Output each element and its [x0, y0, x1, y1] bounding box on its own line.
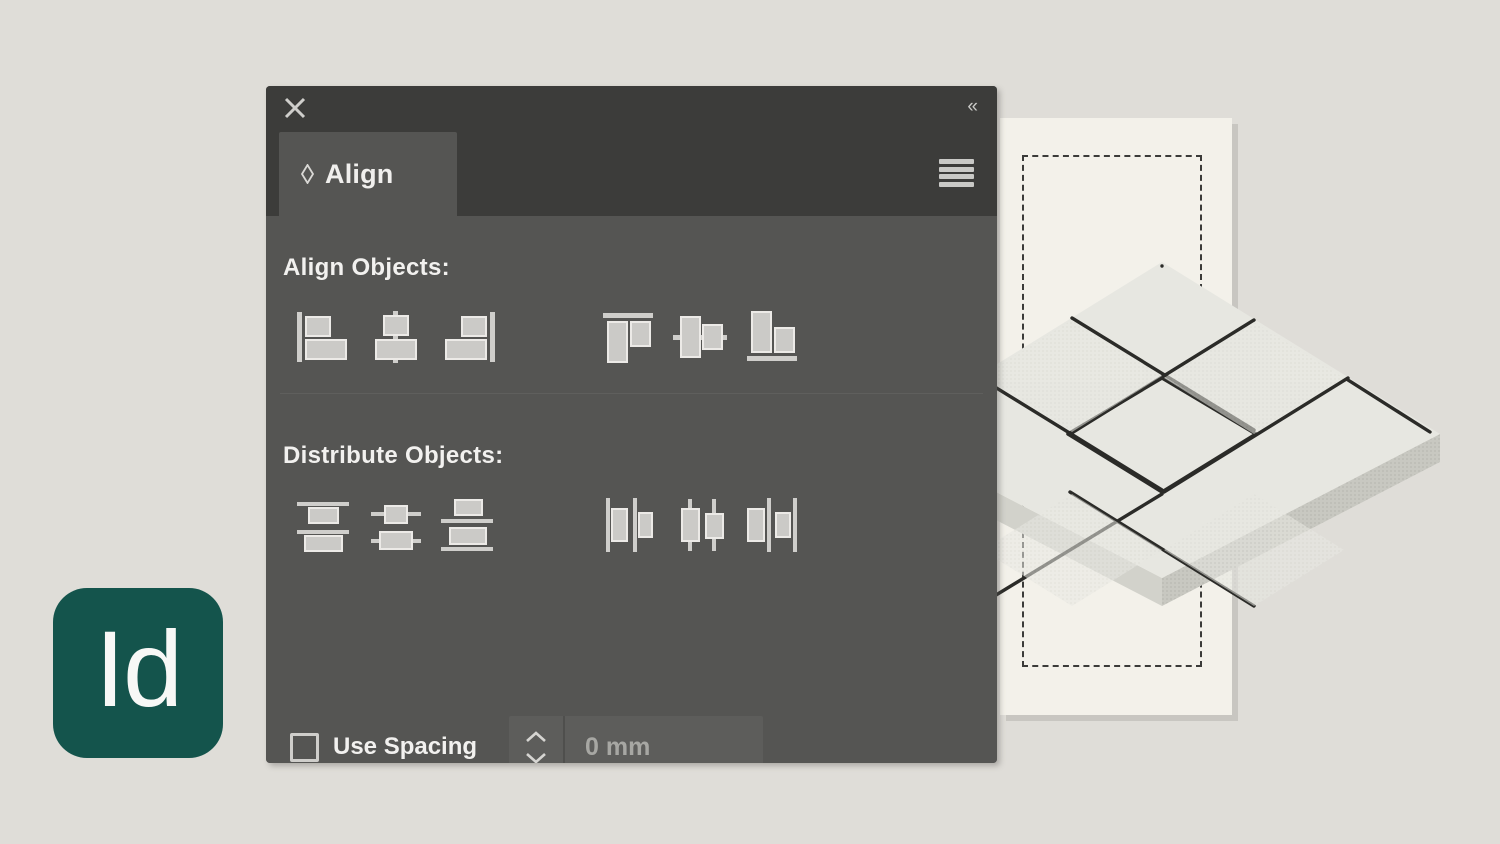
indesign-app-logo: Id: [53, 588, 223, 758]
distribute-bottom-edges-button[interactable]: [432, 494, 504, 556]
spacing-stepper-arrows[interactable]: [509, 716, 566, 764]
distribute-horizontal-group: [592, 494, 808, 556]
diamond-handle-icon: [301, 164, 314, 184]
distribute-right-icon: [747, 498, 797, 552]
chevron-up-icon[interactable]: [525, 730, 547, 743]
distribute-top-icon: [297, 502, 349, 552]
align-right-edges-button[interactable]: [432, 306, 504, 368]
use-spacing-checkbox[interactable]: [290, 732, 319, 762]
distribute-objects-button-row: [266, 494, 997, 556]
align-bottom-edges-button[interactable]: [736, 306, 808, 368]
distribute-left-icon: [606, 498, 653, 552]
use-spacing-label: Use Spacing: [333, 733, 478, 760]
panel-tab-bar: Align: [266, 132, 997, 216]
align-left-icon: [297, 312, 347, 362]
align-right-icon: [445, 312, 495, 362]
align-top-icon: [603, 313, 653, 363]
indesign-logo-text: Id: [94, 608, 183, 729]
align-panel-window: « Align Align Objects: Distribute Object…: [266, 86, 997, 763]
spacing-stepper: 0 mm: [509, 716, 764, 764]
align-horizontal-centers-button[interactable]: [360, 306, 432, 368]
distribute-vertical-center-icon: [371, 505, 421, 550]
tab-align[interactable]: Align: [279, 132, 457, 216]
distribute-right-edges-button[interactable]: [736, 494, 808, 556]
distribute-left-edges-button[interactable]: [592, 494, 664, 556]
align-left-edges-button[interactable]: [288, 306, 360, 368]
panel-body: Align Objects: Distribute Objects: Use S…: [266, 216, 997, 763]
distribute-horizontal-center-icon: [681, 499, 724, 551]
distribute-objects-heading: Distribute Objects:: [283, 442, 504, 469]
align-vertical-centers-button[interactable]: [664, 306, 736, 368]
align-objects-heading: Align Objects:: [283, 254, 450, 281]
distribute-horizontal-centers-button[interactable]: [664, 494, 736, 556]
panel-menu-hamburger-icon[interactable]: [939, 159, 974, 187]
artwork-illustration: [884, 118, 1440, 715]
tab-align-label: Align: [325, 158, 394, 189]
chevron-down-icon[interactable]: [525, 752, 547, 764]
distribute-vertical-group: [288, 494, 504, 556]
align-bottom-icon: [747, 311, 797, 361]
align-objects-button-row: [266, 306, 997, 368]
align-top-edges-button[interactable]: [592, 306, 664, 368]
align-vertical-group: [592, 306, 808, 368]
collapse-double-chevron-icon[interactable]: «: [967, 97, 977, 117]
spacing-value-input[interactable]: 0 mm: [565, 716, 763, 763]
align-horizontal-group: [288, 306, 504, 368]
use-spacing-row: Use Spacing 0 mm: [266, 714, 997, 763]
close-icon[interactable]: [283, 96, 307, 120]
section-divider-top: [280, 393, 983, 394]
distribute-top-edges-button[interactable]: [288, 494, 360, 556]
panel-title-bar: «: [266, 86, 997, 132]
distribute-bottom-icon: [441, 499, 493, 551]
align-horizontal-center-icon: [375, 311, 417, 363]
distribute-vertical-centers-button[interactable]: [360, 494, 432, 556]
align-vertical-center-icon: [673, 316, 727, 358]
